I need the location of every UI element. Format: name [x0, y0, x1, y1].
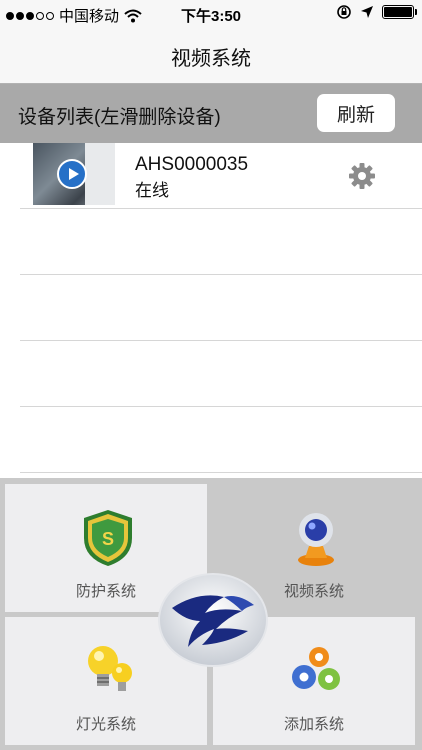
status-right: [336, 4, 417, 20]
empty-list-row: [20, 275, 422, 341]
device-status: 在线: [135, 181, 169, 200]
empty-list-row: [20, 407, 422, 473]
empty-list-row: [20, 209, 422, 275]
settings-gear-icon[interactable]: [347, 161, 377, 191]
menu-label: 添加系统: [283, 716, 344, 733]
menu-label: 灯光系统: [75, 716, 136, 733]
navigation-bar: 视频系统: [0, 28, 422, 84]
webcam-icon: [298, 513, 334, 566]
lightbulb-icon: [88, 646, 132, 691]
location-arrow-icon: [361, 6, 373, 18]
shield-icon: S: [84, 510, 132, 566]
play-icon[interactable]: [57, 159, 87, 189]
device-row[interactable]: AHS0000035 在线: [20, 143, 422, 209]
video-thumbnail[interactable]: [33, 143, 115, 205]
device-list[interactable]: AHS0000035 在线: [0, 143, 422, 478]
empty-list-row: [20, 341, 422, 407]
svg-text:S: S: [102, 529, 114, 549]
device-id: AHS0000035: [135, 154, 249, 175]
gears-icon: [292, 647, 340, 690]
status-bar: 中国移动 下午3:50: [0, 0, 422, 28]
battery-icon: [382, 5, 417, 19]
page-title: 视频系统: [171, 48, 251, 70]
device-list-title: 设备列表(左滑删除设备): [18, 107, 221, 128]
refresh-button[interactable]: 刷新: [317, 94, 395, 132]
app-logo[interactable]: [158, 573, 268, 667]
device-list-header: 设备列表(左滑删除设备) 刷新: [0, 84, 422, 143]
rotation-lock-icon: [337, 5, 351, 19]
